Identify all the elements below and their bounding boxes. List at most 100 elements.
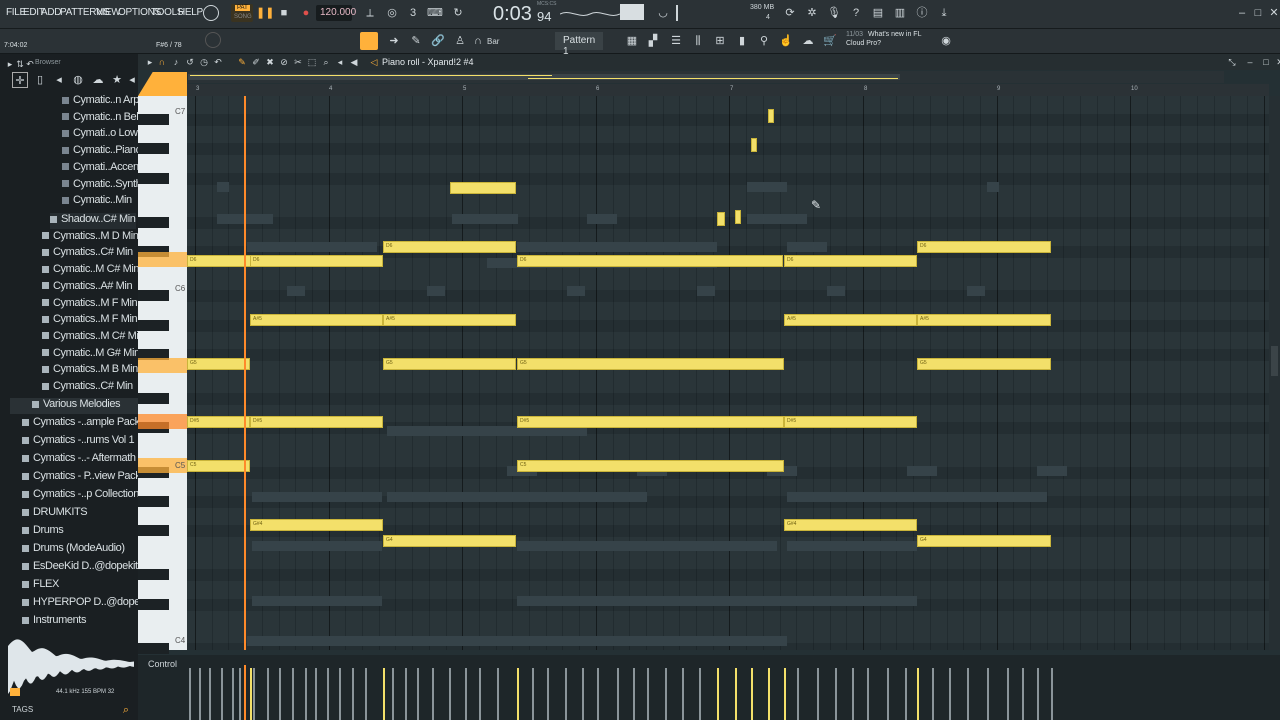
browser-item[interactable]: Shadow..C# Min xyxy=(50,213,136,229)
menu-view[interactable]: VIEW xyxy=(96,7,121,18)
record-icon[interactable]: ● xyxy=(298,5,314,21)
velocity-bar[interactable] xyxy=(917,668,919,720)
maximize-icon[interactable]: □ xyxy=(1250,5,1266,21)
note[interactable]: C5 xyxy=(517,460,784,472)
browser-star-icon[interactable]: ★ xyxy=(109,72,125,88)
velocity-bar[interactable] xyxy=(327,668,329,720)
velocity-bar[interactable] xyxy=(189,668,191,720)
note[interactable]: A#5 xyxy=(383,314,516,326)
browser-item[interactable]: Cymati..o Low xyxy=(62,127,138,143)
velocity-bar[interactable] xyxy=(449,668,451,720)
channel-arrow-icon[interactable]: ◁ xyxy=(366,54,382,70)
velocity-bar[interactable] xyxy=(932,668,934,720)
black-key[interactable] xyxy=(138,113,169,125)
browser-all-icon[interactable]: ✛ xyxy=(12,72,28,88)
note[interactable] xyxy=(735,210,741,224)
velocity-bar[interactable] xyxy=(352,668,354,720)
velocity-bar[interactable] xyxy=(432,668,434,720)
note[interactable] xyxy=(768,109,774,123)
browser-item[interactable]: Cymatics..M B Min xyxy=(42,363,138,379)
browser-item[interactable]: Cymatics..C# Min xyxy=(42,246,133,262)
velocity-bar[interactable] xyxy=(479,668,481,720)
waveform-play-icon[interactable] xyxy=(10,688,20,696)
velocity-bar[interactable] xyxy=(867,668,869,720)
velocity-bar[interactable] xyxy=(365,668,367,720)
browser-item[interactable]: Cymatic..Piano xyxy=(62,144,142,160)
note[interactable]: A#5 xyxy=(917,314,1051,326)
info-icon[interactable]: ⓘ xyxy=(914,5,930,21)
channel-rack-icon[interactable]: ☰ xyxy=(668,33,684,49)
velocity-bar[interactable] xyxy=(339,668,341,720)
pattern-selector[interactable]: Pattern 1 xyxy=(555,32,603,57)
link-icon[interactable]: 🔗 xyxy=(430,33,446,49)
velocity-bar[interactable] xyxy=(987,668,989,720)
news-headline-2[interactable]: Cloud Pro? xyxy=(846,40,881,47)
velocity-bar[interactable] xyxy=(887,668,889,720)
black-key[interactable] xyxy=(138,598,169,610)
note[interactable]: G5 xyxy=(187,358,250,370)
browser-item[interactable]: Cymatic..n Arp xyxy=(62,94,139,110)
piano-keyboard[interactable]: C7 C6 C5 C4 xyxy=(138,96,187,654)
master-pitch[interactable] xyxy=(620,4,644,20)
overview-scrollbar[interactable] xyxy=(188,71,1224,83)
browser-item[interactable]: Cymatic..Synth xyxy=(62,178,142,194)
velocity-bar[interactable] xyxy=(582,668,584,720)
main-knob[interactable] xyxy=(205,32,221,48)
snap-magnet-button[interactable] xyxy=(360,32,378,50)
menu-help[interactable]: HELP xyxy=(178,7,203,18)
note[interactable]: G5 xyxy=(383,358,516,370)
piano-roll-icon[interactable]: ▞ xyxy=(645,33,661,49)
cart-icon[interactable]: 🛒 xyxy=(822,33,838,49)
velocity-bar[interactable] xyxy=(209,668,211,720)
velocity-bar[interactable] xyxy=(717,668,719,720)
browser-item[interactable]: Cymatics -..p Collection xyxy=(22,488,139,504)
black-key[interactable] xyxy=(138,393,169,404)
velocity-bar[interactable] xyxy=(392,668,394,720)
velocity-lane[interactable] xyxy=(187,665,1269,720)
velocity-bar[interactable] xyxy=(735,668,737,720)
cloud-icon[interactable]: ☁ xyxy=(800,33,816,49)
piano-roll-title[interactable]: Piano roll - Xpand!2 #4 xyxy=(382,57,474,67)
plugin-picker-icon[interactable]: ⊞ xyxy=(712,33,728,49)
browser-item[interactable]: Cymatics - P..view Pack xyxy=(22,470,141,486)
velocity-bar[interactable] xyxy=(784,668,786,720)
velocity-bar[interactable] xyxy=(383,668,385,720)
black-key[interactable] xyxy=(138,216,169,228)
arrow-right-icon[interactable]: ➜ xyxy=(386,33,402,49)
velocity-bar[interactable] xyxy=(797,668,799,720)
minimize-icon[interactable]: – xyxy=(1234,5,1250,21)
browser-item[interactable]: Cymatics..M F Min xyxy=(42,297,138,313)
browser-item[interactable]: Cymatics -..ample Pack xyxy=(22,416,140,432)
velocity-bar[interactable] xyxy=(1051,668,1053,720)
browser-icon[interactable]: ▮ xyxy=(734,33,750,49)
control-lane[interactable]: Control xyxy=(138,655,1280,720)
velocity-bar[interactable] xyxy=(565,668,567,720)
microphone-icon[interactable]: 🎙 xyxy=(826,5,842,21)
menu-add[interactable]: ADD xyxy=(41,7,62,18)
black-key[interactable] xyxy=(138,172,169,184)
velocity-bar[interactable] xyxy=(253,668,255,720)
black-key[interactable] xyxy=(138,319,169,331)
velocity-bar[interactable] xyxy=(1037,668,1039,720)
note[interactable] xyxy=(450,182,516,194)
mixer-icon[interactable]: ⫼ xyxy=(690,33,706,49)
note[interactable]: G#4 xyxy=(250,519,383,531)
note[interactable]: D6 xyxy=(383,241,516,253)
velocity-bar[interactable] xyxy=(1007,668,1009,720)
pencil-icon[interactable]: ✎ xyxy=(408,33,424,49)
playhead[interactable] xyxy=(244,96,246,650)
snap-magnet-icon[interactable]: ∩ xyxy=(470,33,486,49)
velocity-bar[interactable] xyxy=(465,668,467,720)
velocity-bar[interactable] xyxy=(949,668,951,720)
tags-label[interactable]: TAGS xyxy=(12,705,33,714)
touch-icon[interactable]: ☝ xyxy=(778,33,794,49)
browser-cloud-icon[interactable]: ☁ xyxy=(90,72,106,88)
note[interactable]: A#5 xyxy=(250,314,383,326)
browser-item[interactable]: Cymatics..C# Min xyxy=(42,380,133,396)
note[interactable]: C5 xyxy=(187,460,250,472)
render-icon[interactable]: ▥ xyxy=(892,5,908,21)
browser-item[interactable]: DRUMKITS xyxy=(22,506,88,522)
refresh-icon[interactable]: ⟳ xyxy=(782,5,798,21)
note[interactable]: D6 xyxy=(517,255,783,267)
speaker-icon[interactable]: ◀ xyxy=(346,54,362,70)
